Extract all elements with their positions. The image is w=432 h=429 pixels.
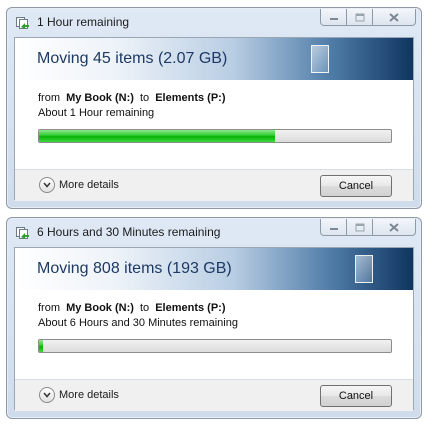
more-details-toggle[interactable]: More details xyxy=(39,386,119,404)
source-destination-line: from My Book (N:) to Elements (P:) xyxy=(38,302,226,314)
progress-bar xyxy=(38,129,392,143)
close-button[interactable] xyxy=(373,219,416,236)
minimize-icon xyxy=(329,228,338,230)
dialog-body: Moving 808 items (193 GB) from My Book (… xyxy=(14,247,414,411)
destination-drive: Elements (P:) xyxy=(155,92,226,104)
cancel-button[interactable]: Cancel xyxy=(320,175,392,197)
from-label: from xyxy=(38,302,60,314)
close-icon xyxy=(389,222,399,232)
document-sheet-icon xyxy=(311,45,329,73)
maximize-button[interactable] xyxy=(347,219,373,236)
copy-progress-dialog-2: 6 Hours and 30 Minutes remaining Moving … xyxy=(6,217,422,419)
minimize-icon xyxy=(329,18,338,20)
header-band: Moving 808 items (193 GB) xyxy=(15,248,413,290)
window-controls xyxy=(320,219,416,236)
window-title: 1 Hour remaining xyxy=(37,15,130,29)
title-bar[interactable]: 6 Hours and 30 Minutes remaining xyxy=(7,218,421,246)
window-title: 6 Hours and 30 Minutes remaining xyxy=(37,225,221,239)
time-remaining-text: About 1 Hour remaining xyxy=(38,107,155,119)
operation-summary: Moving 808 items (193 GB) xyxy=(37,260,232,277)
window-controls xyxy=(320,9,416,26)
source-destination-line: from My Book (N:) to Elements (P:) xyxy=(38,92,226,104)
progress-bar xyxy=(38,339,392,353)
copy-progress-dialog-1: 1 Hour remaining Moving 45 items (2.07 G… xyxy=(6,7,422,209)
cancel-button[interactable]: Cancel xyxy=(320,385,392,407)
file-copy-icon xyxy=(16,16,30,29)
to-label: to xyxy=(139,92,150,104)
minimize-button[interactable] xyxy=(320,219,347,236)
title-bar[interactable]: 1 Hour remaining xyxy=(7,8,421,36)
more-details-label: More details xyxy=(59,179,119,191)
file-copy-icon xyxy=(16,226,30,239)
maximize-icon xyxy=(355,13,364,21)
close-button[interactable] xyxy=(373,9,416,26)
source-drive: My Book (N:) xyxy=(66,302,134,314)
header-band: Moving 45 items (2.07 GB) xyxy=(15,38,413,80)
chevron-down-icon xyxy=(39,387,55,403)
from-label: from xyxy=(38,92,60,104)
maximize-button[interactable] xyxy=(347,9,373,26)
source-drive: My Book (N:) xyxy=(66,92,134,104)
operation-summary: Moving 45 items (2.07 GB) xyxy=(37,50,228,67)
destination-drive: Elements (P:) xyxy=(155,302,226,314)
chevron-down-icon xyxy=(39,177,55,193)
more-details-label: More details xyxy=(59,389,119,401)
progress-bar-fill xyxy=(39,340,43,352)
progress-bar-fill xyxy=(39,130,275,142)
to-label: to xyxy=(139,302,150,314)
time-remaining-text: About 6 Hours and 30 Minutes remaining xyxy=(38,317,238,329)
dialog-body: Moving 45 items (2.07 GB) from My Book (… xyxy=(14,37,414,201)
close-icon xyxy=(389,12,399,22)
maximize-icon xyxy=(355,223,364,231)
dialog-footer: More details Cancel xyxy=(15,170,413,201)
more-details-toggle[interactable]: More details xyxy=(39,176,119,194)
document-sheet-icon xyxy=(355,255,373,283)
minimize-button[interactable] xyxy=(320,9,347,26)
dialog-footer: More details Cancel xyxy=(15,380,413,411)
